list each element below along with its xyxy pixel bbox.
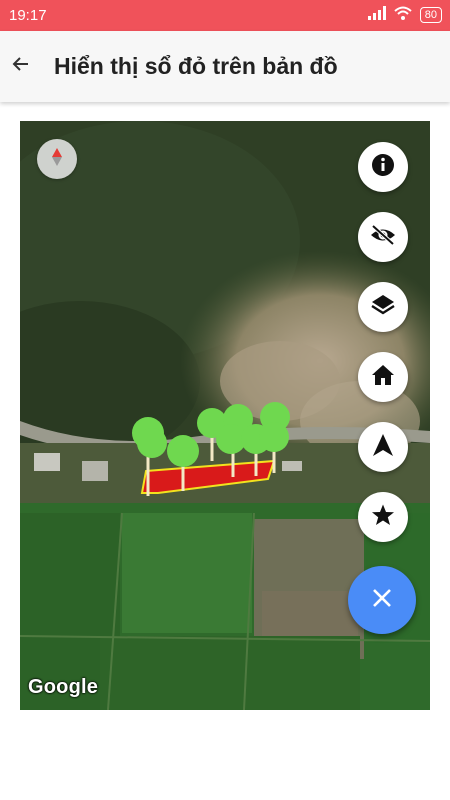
star-icon (371, 503, 395, 532)
battery-indicator: 80 (419, 7, 442, 23)
google-attribution: Google (28, 676, 99, 698)
info-icon (371, 153, 395, 182)
compass-button[interactable] (37, 139, 77, 179)
toggle-visibility-button[interactable] (358, 212, 408, 262)
app-bar: Hiển thị sổ đỏ trên bản đồ (0, 31, 450, 102)
page-title: Hiển thị sổ đỏ trên bản đồ (54, 53, 338, 79)
layers-icon (371, 293, 395, 322)
home-button[interactable] (358, 352, 408, 402)
back-button[interactable] (6, 51, 36, 81)
status-icons: 80 (367, 5, 442, 25)
close-icon (372, 588, 392, 613)
map-view[interactable]: Google (20, 121, 430, 710)
favorite-button[interactable] (358, 492, 408, 542)
close-fab-button[interactable] (348, 566, 416, 634)
arrow-left-icon (12, 55, 30, 78)
status-bar: 19:17 80 (0, 0, 450, 31)
info-button[interactable] (358, 142, 408, 192)
status-time: 19:17 (9, 7, 47, 24)
eye-off-icon (370, 224, 396, 251)
home-icon (371, 364, 395, 391)
signal-icon (367, 5, 386, 25)
wifi-icon (394, 6, 412, 25)
navigation-arrow-icon (372, 433, 394, 462)
layers-button[interactable] (358, 282, 408, 332)
compass-icon (50, 147, 64, 171)
navigation-button[interactable] (358, 422, 408, 472)
